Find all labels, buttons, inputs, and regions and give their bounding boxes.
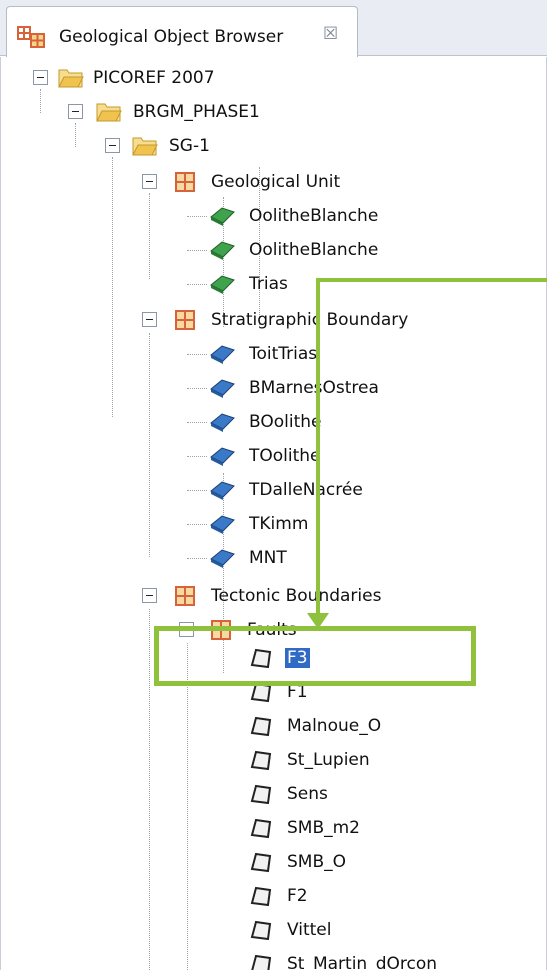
- fault-plane-icon: [250, 852, 272, 873]
- tree-node-label: F2: [287, 886, 308, 906]
- green-surface-icon: [210, 275, 235, 294]
- tree-node-label: TKimm: [249, 514, 309, 534]
- tree-node-label: MNT: [249, 548, 287, 568]
- tree-node-label: Vittel: [287, 920, 332, 940]
- tree-view: PICOREF 2007 BRGM_PHASE1 SG-1 Geological…: [0, 57, 547, 970]
- grid-group-icon: [175, 586, 195, 606]
- tree-leaf-fault[interactable]: Sens: [1, 779, 547, 811]
- tree-node-label: PICOREF 2007: [93, 68, 215, 88]
- tree-leaf-geological-unit[interactable]: Trias: [1, 269, 547, 301]
- tree-node-label: SMB_m2: [287, 818, 360, 838]
- geo-browser-icon: [17, 26, 45, 48]
- tree-node-geological-unit[interactable]: Geological Unit: [1, 167, 547, 199]
- tree-node-label: BMarnesOstrea: [249, 378, 379, 398]
- collapse-toggle[interactable]: [105, 138, 120, 153]
- fault-plane-icon: [251, 954, 272, 970]
- tree-leaf-boundary[interactable]: TDalleNacrée: [1, 475, 547, 507]
- geological-object-browser-window: Geological Object Browser ☒ PICOREF 2007…: [0, 0, 547, 970]
- blue-surface-icon: [210, 345, 235, 364]
- tree-leaf-fault[interactable]: Vittel: [1, 915, 547, 947]
- tree-leaf-boundary[interactable]: TKimm: [1, 509, 547, 541]
- tree-node-label: OolitheBlanche: [249, 206, 379, 226]
- collapse-toggle[interactable]: [142, 174, 157, 189]
- tree-node-label: St_Martin_dOrcon: [287, 954, 438, 970]
- tree-node-label: BRGM_PHASE1: [133, 102, 260, 122]
- tree-node-label: Tectonic Boundaries: [211, 586, 382, 606]
- tree-node-label: TDalleNacrée: [249, 480, 363, 500]
- tree-node-tectonic-boundaries[interactable]: Tectonic Boundaries: [1, 581, 547, 613]
- blue-surface-icon: [210, 379, 235, 398]
- tree-node-label: Geological Unit: [211, 172, 341, 192]
- tree-leaf-fault[interactable]: Malnoue_O: [1, 711, 547, 743]
- fault-plane-icon: [250, 886, 272, 907]
- annotation-highlight-box: [154, 626, 476, 686]
- green-surface-icon: [210, 207, 235, 226]
- tab-bar: Geological Object Browser ☒: [0, 0, 547, 57]
- fault-plane-icon: [250, 784, 272, 805]
- annotation-line: [316, 278, 547, 282]
- folder-open-icon: [132, 137, 158, 156]
- tab-title: Geological Object Browser: [59, 27, 284, 47]
- green-surface-icon: [210, 241, 235, 260]
- tab-geological-object-browser[interactable]: Geological Object Browser ☒: [6, 6, 358, 57]
- tree-node-label: TOolithe: [249, 446, 321, 466]
- tree-leaf-fault[interactable]: F2: [1, 881, 547, 913]
- fault-plane-icon: [250, 716, 272, 737]
- collapse-toggle[interactable]: [142, 588, 157, 603]
- folder-open-icon: [96, 103, 122, 122]
- blue-surface-icon: [210, 447, 235, 466]
- grid-group-icon: [175, 310, 195, 330]
- collapse-toggle[interactable]: [33, 70, 48, 85]
- tree-node-label: OolitheBlanche: [249, 240, 379, 260]
- tree-leaf-geological-unit[interactable]: OolitheBlanche: [1, 201, 547, 233]
- tree-node-label: Sens: [287, 784, 328, 804]
- tree-node-label: SMB_O: [287, 852, 347, 872]
- tree-node-root[interactable]: PICOREF 2007: [1, 63, 547, 95]
- collapse-toggle[interactable]: [142, 312, 157, 327]
- fault-plane-icon: [250, 750, 272, 771]
- blue-surface-icon: [210, 515, 235, 534]
- tree-leaf-boundary[interactable]: BMarnesOstrea: [1, 373, 547, 405]
- tree-leaf-boundary[interactable]: BOolithe: [1, 407, 547, 439]
- tree-node-study[interactable]: SG-1: [1, 131, 547, 163]
- close-icon[interactable]: ☒: [323, 24, 338, 44]
- tree-node-label: Stratigraphic Boundary: [211, 310, 409, 330]
- tree-node-label: Malnoue_O: [287, 716, 382, 736]
- collapse-toggle[interactable]: [68, 104, 83, 119]
- tree-node-label: BOolithe: [249, 412, 322, 432]
- tree-leaf-boundary[interactable]: TOolithe: [1, 441, 547, 473]
- blue-surface-icon: [210, 413, 235, 432]
- tree-node-project[interactable]: BRGM_PHASE1: [1, 97, 547, 129]
- annotation-line: [316, 278, 320, 623]
- blue-surface-icon: [210, 549, 235, 568]
- tree-node-label: ToitTrias: [249, 344, 318, 364]
- tree-node-label: SG-1: [169, 136, 210, 156]
- tree-leaf-fault[interactable]: St_Lupien: [1, 745, 547, 777]
- tree-node-stratigraphic-boundary[interactable]: Stratigraphic Boundary: [1, 305, 547, 337]
- blue-surface-icon: [210, 481, 235, 500]
- tree-leaf-boundary[interactable]: ToitTrias: [1, 339, 547, 371]
- fault-plane-icon: [250, 818, 272, 839]
- tree-leaf-boundary[interactable]: MNT: [1, 543, 547, 575]
- tree-leaf-fault[interactable]: SMB_O: [1, 847, 547, 879]
- tree-leaf-fault[interactable]: SMB_m2: [1, 813, 547, 845]
- tree-leaf-fault[interactable]: St_Martin_dOrcon: [1, 949, 547, 970]
- tree-leaf-geological-unit[interactable]: OolitheBlanche: [1, 235, 547, 267]
- folder-open-icon: [58, 69, 84, 88]
- fault-plane-icon: [250, 920, 272, 941]
- tree-node-label: Trias: [249, 274, 288, 294]
- grid-group-icon: [175, 172, 195, 192]
- tree-node-label: St_Lupien: [287, 750, 370, 770]
